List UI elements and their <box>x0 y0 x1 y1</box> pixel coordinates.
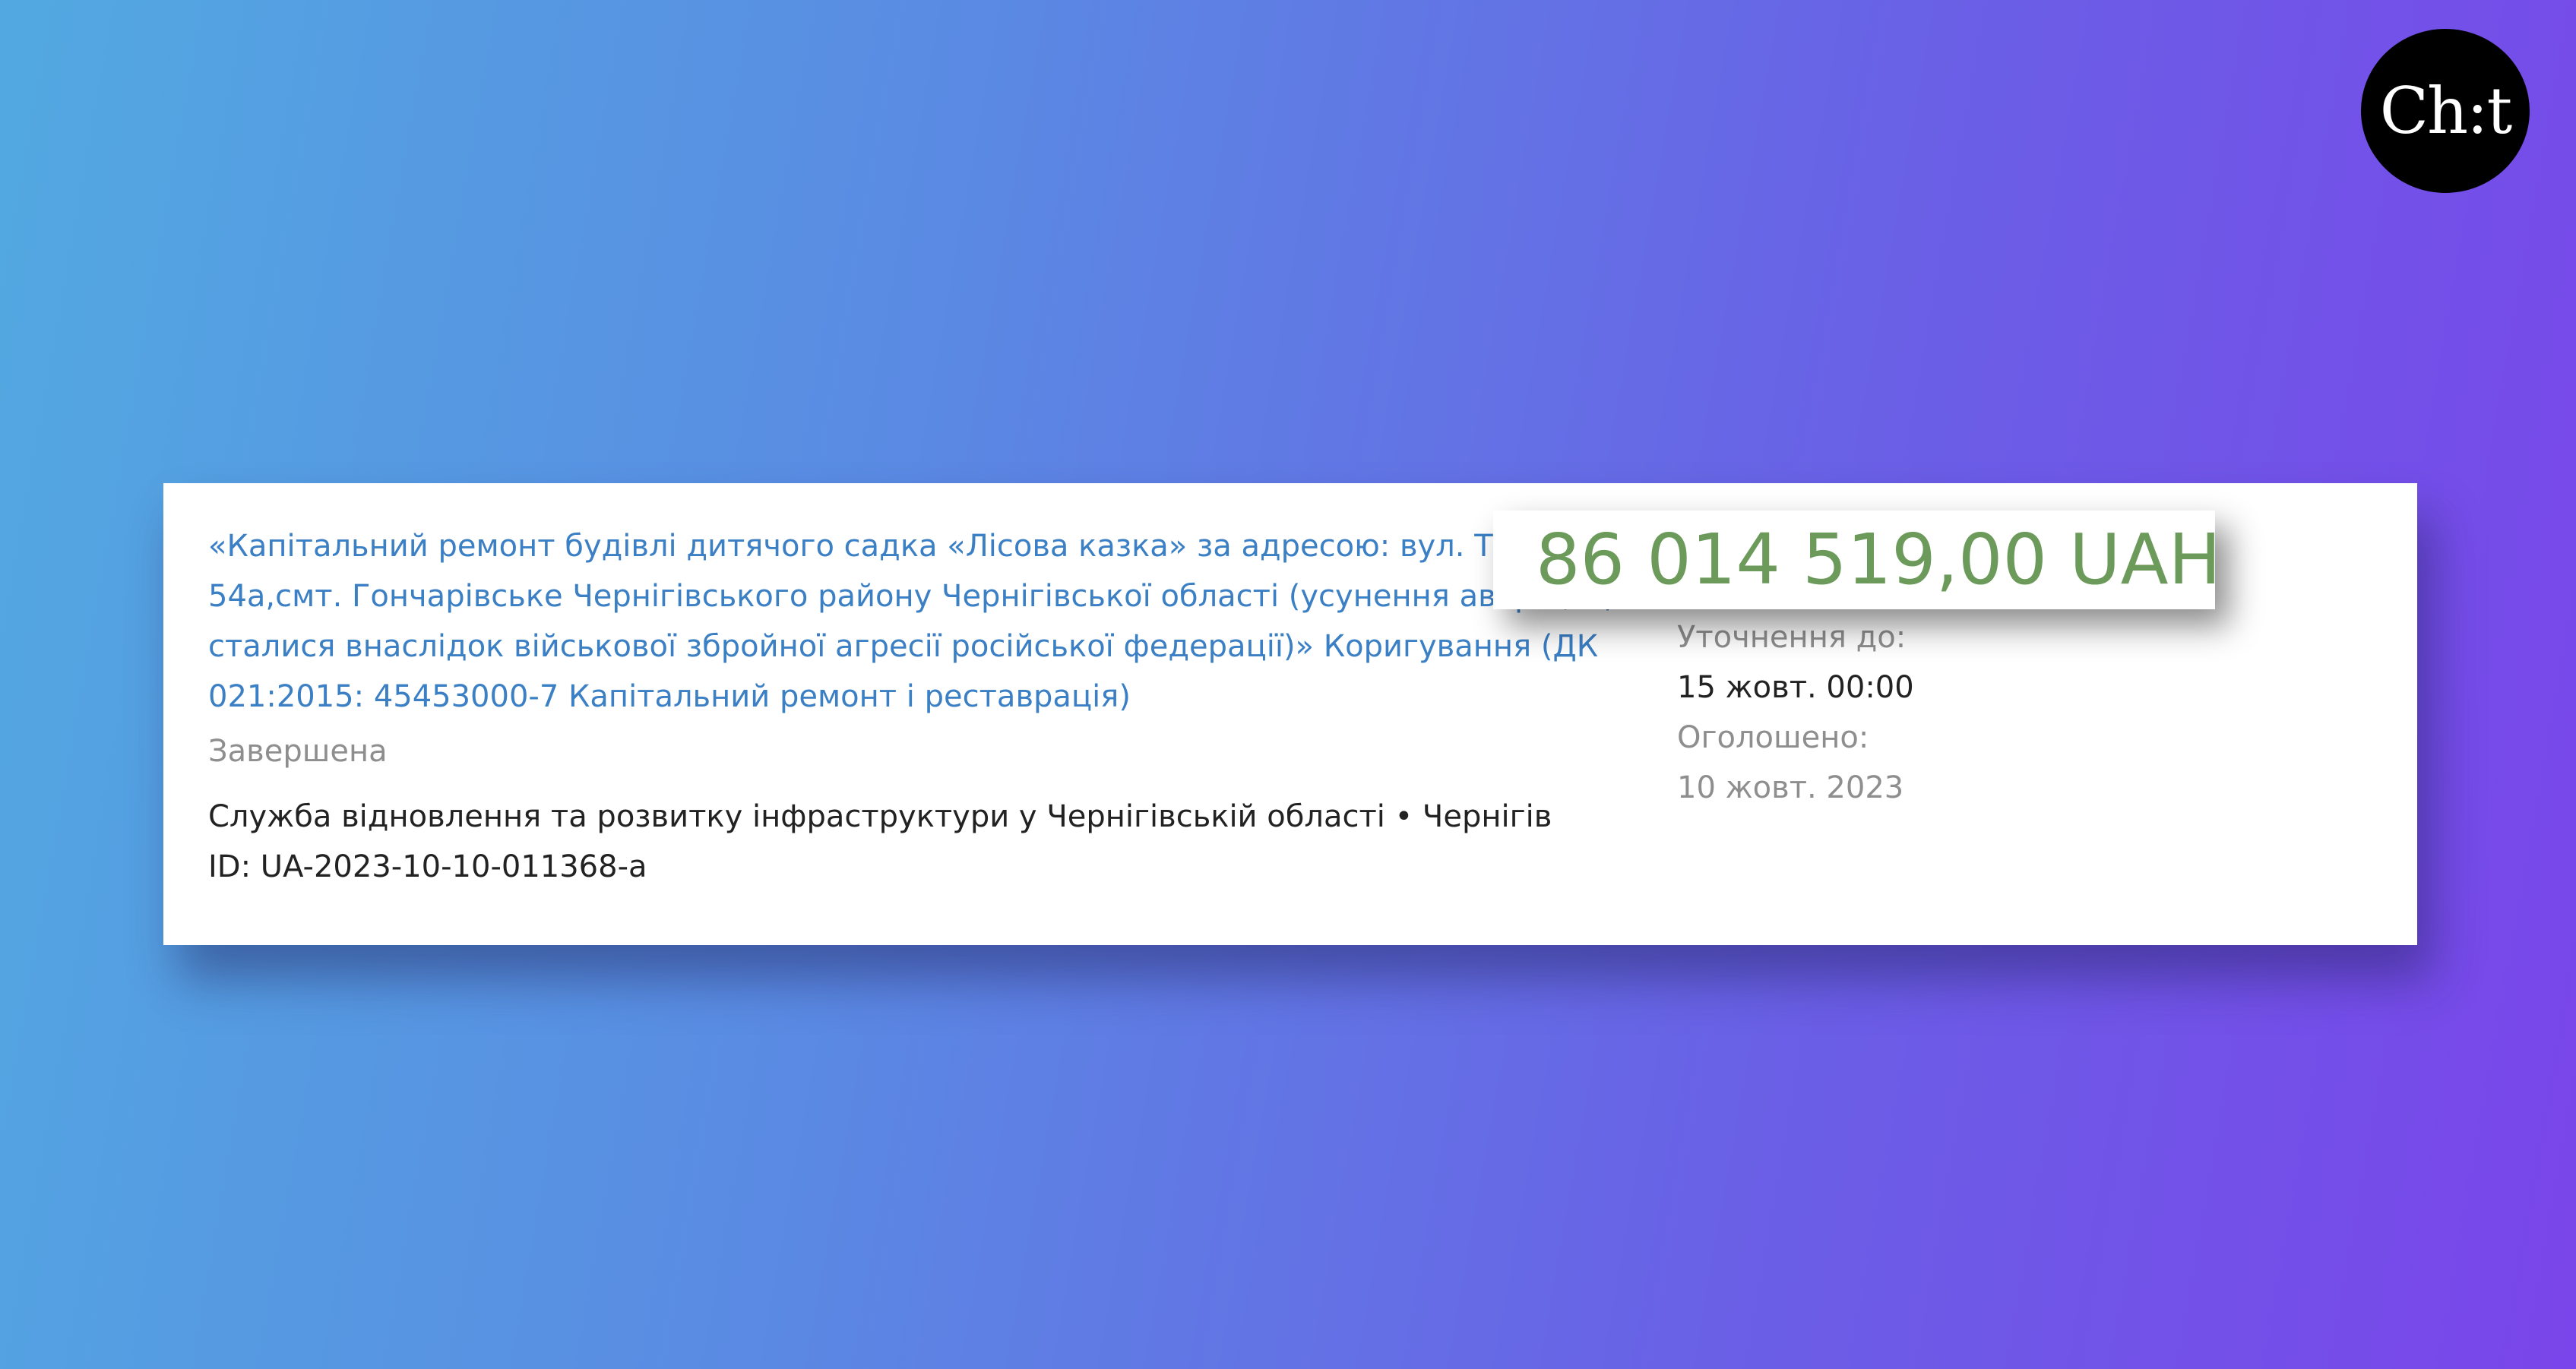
brand-logo-text: Ch:t <box>2379 74 2512 148</box>
brand-logo: Ch:t <box>2361 29 2530 193</box>
tender-amount: 86 014 519,00 UAH <box>1493 511 2221 609</box>
tender-main-info: «Капітальний ремонт будівлі дитячого сад… <box>208 521 1690 892</box>
announced-label: Оголошено: <box>1677 720 1869 755</box>
clarification-value: 15 жовт. 00:00 <box>1677 670 1914 705</box>
announced-value: 10 жовт. 2023 <box>1677 770 1904 805</box>
tender-status: Завершена <box>208 734 388 769</box>
tender-title-link[interactable]: «Капітальний ремонт будівлі дитячого сад… <box>208 521 1690 722</box>
tender-organization: Служба відновлення та розвитку інфрастру… <box>208 799 1552 834</box>
tender-id: ID: UA-2023-10-10-011368-a <box>208 849 647 884</box>
tender-dates: Уточнення до: 15 жовт. 00:00 Оголошено: … <box>1677 612 2285 813</box>
clarification-label: Уточнення до: <box>1677 620 1907 655</box>
